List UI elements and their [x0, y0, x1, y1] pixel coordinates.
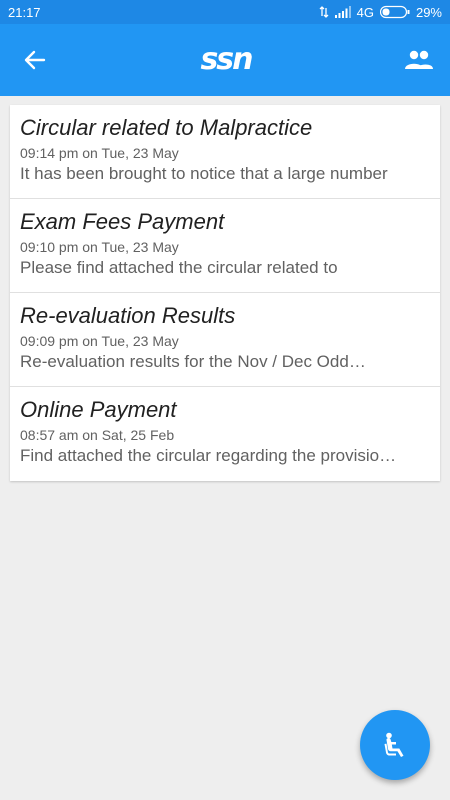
circular-snippet: Find attached the circular regarding the… — [20, 446, 397, 465]
network-type: 4G — [356, 4, 374, 20]
battery-icon — [379, 5, 410, 19]
circular-list: Circular related to Malpractice 09:14 pm… — [10, 105, 440, 481]
circular-date: 08:57 am on Sat, 25 Feb — [20, 427, 175, 443]
status-icons: 4G 29% — [319, 5, 442, 20]
circular-card[interactable]: Exam Fees Payment 09:10 pm on Tue, 23 Ma… — [10, 199, 440, 293]
circular-card[interactable]: Re-evaluation Results 09:09 pm on Tue, 2… — [10, 293, 440, 387]
circular-title: Circular related to Malpractice — [20, 115, 313, 140]
circular-card[interactable]: Circular related to Malpractice 09:14 pm… — [10, 105, 440, 199]
battery-percent: 29% — [415, 4, 442, 20]
floating-action-button[interactable] — [360, 710, 430, 780]
circular-card[interactable]: Online Payment 08:57 am on Sat, 25 Feb F… — [10, 387, 440, 481]
seat-recline-icon — [384, 732, 404, 757]
circular-snippet: Please find attached the circular relate… — [20, 258, 338, 277]
circular-date: 09:10 pm on Tue, 23 May — [20, 239, 179, 255]
data-transfer-icon — [319, 6, 329, 18]
circular-title: Online Payment — [20, 397, 177, 422]
app-bar: ssn — [0, 24, 450, 96]
back-button[interactable] — [17, 42, 53, 78]
app-logo: ssn — [200, 42, 253, 77]
circular-title: Re-evaluation Results — [20, 303, 236, 328]
circular-snippet: Re-evaluation results for the Nov / Dec … — [20, 352, 366, 371]
arrow-back-icon — [24, 50, 46, 70]
circular-date: 09:09 pm on Tue, 23 May — [20, 333, 179, 349]
status-time: 21:17 — [8, 4, 41, 20]
people-button[interactable] — [401, 42, 437, 78]
status-bar: 21:17 4G 29% — [0, 0, 450, 24]
circular-date: 09:14 pm on Tue, 23 May — [20, 145, 179, 161]
signal-icon — [334, 6, 351, 18]
circular-title: Exam Fees Payment — [20, 209, 225, 234]
circular-snippet: It has been brought to notice that a lar… — [20, 164, 388, 183]
people-icon — [405, 50, 433, 69]
